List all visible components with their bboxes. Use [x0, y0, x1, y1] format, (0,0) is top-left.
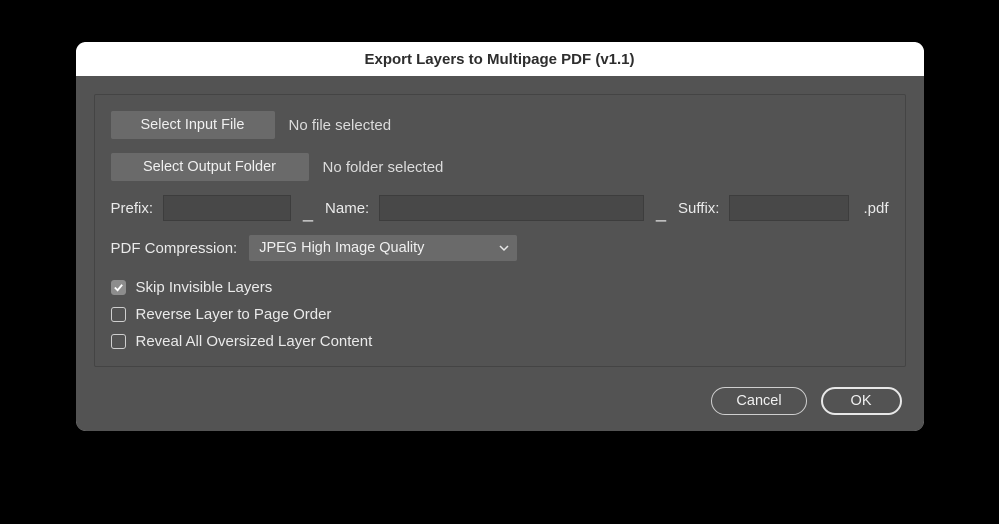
- compression-row: PDF Compression: JPEG High Image Quality: [111, 235, 889, 261]
- select-input-file-button[interactable]: Select Input File: [111, 111, 275, 139]
- name-input[interactable]: [379, 195, 644, 221]
- dialog-footer: Cancel OK: [94, 387, 906, 415]
- settings-panel: Select Input File No file selected Selec…: [94, 94, 906, 367]
- dialog-title: Export Layers to Multipage PDF (v1.1): [364, 51, 634, 68]
- reveal-oversized-checkbox[interactable]: [111, 334, 126, 349]
- skip-invisible-label: Skip Invisible Layers: [136, 279, 273, 296]
- cancel-button[interactable]: Cancel: [711, 387, 806, 415]
- suffix-label: Suffix:: [678, 200, 719, 217]
- output-folder-status: No folder selected: [323, 159, 444, 176]
- reverse-order-row: Reverse Layer to Page Order: [111, 306, 889, 323]
- reveal-oversized-label: Reveal All Oversized Layer Content: [136, 333, 373, 350]
- chevron-down-icon: [499, 243, 509, 253]
- reveal-oversized-row: Reveal All Oversized Layer Content: [111, 333, 889, 350]
- title-bar: Export Layers to Multipage PDF (v1.1): [76, 42, 924, 76]
- compression-value: JPEG High Image Quality: [259, 240, 424, 256]
- suffix-input[interactable]: [729, 195, 849, 221]
- filename-row: Prefix: _ Name: _ Suffix: .pdf: [111, 195, 889, 221]
- skip-invisible-checkbox[interactable]: [111, 280, 126, 295]
- separator-1: _: [301, 202, 315, 223]
- select-output-folder-button[interactable]: Select Output Folder: [111, 153, 309, 181]
- compression-label: PDF Compression:: [111, 240, 238, 257]
- dialog-window: Export Layers to Multipage PDF (v1.1) Se…: [76, 42, 924, 431]
- compression-select[interactable]: JPEG High Image Quality: [249, 235, 517, 261]
- dialog-body: Select Input File No file selected Selec…: [76, 76, 924, 431]
- skip-invisible-row: Skip Invisible Layers: [111, 279, 889, 296]
- prefix-label: Prefix:: [111, 200, 154, 217]
- ok-button[interactable]: OK: [821, 387, 902, 415]
- reverse-order-label: Reverse Layer to Page Order: [136, 306, 332, 323]
- input-file-row: Select Input File No file selected: [111, 111, 889, 139]
- input-file-status: No file selected: [289, 117, 392, 134]
- reverse-order-checkbox[interactable]: [111, 307, 126, 322]
- extension-label: .pdf: [863, 200, 888, 217]
- output-folder-row: Select Output Folder No folder selected: [111, 153, 889, 181]
- separator-2: _: [654, 202, 668, 223]
- check-icon: [113, 282, 124, 293]
- prefix-input[interactable]: [163, 195, 291, 221]
- name-label: Name:: [325, 200, 369, 217]
